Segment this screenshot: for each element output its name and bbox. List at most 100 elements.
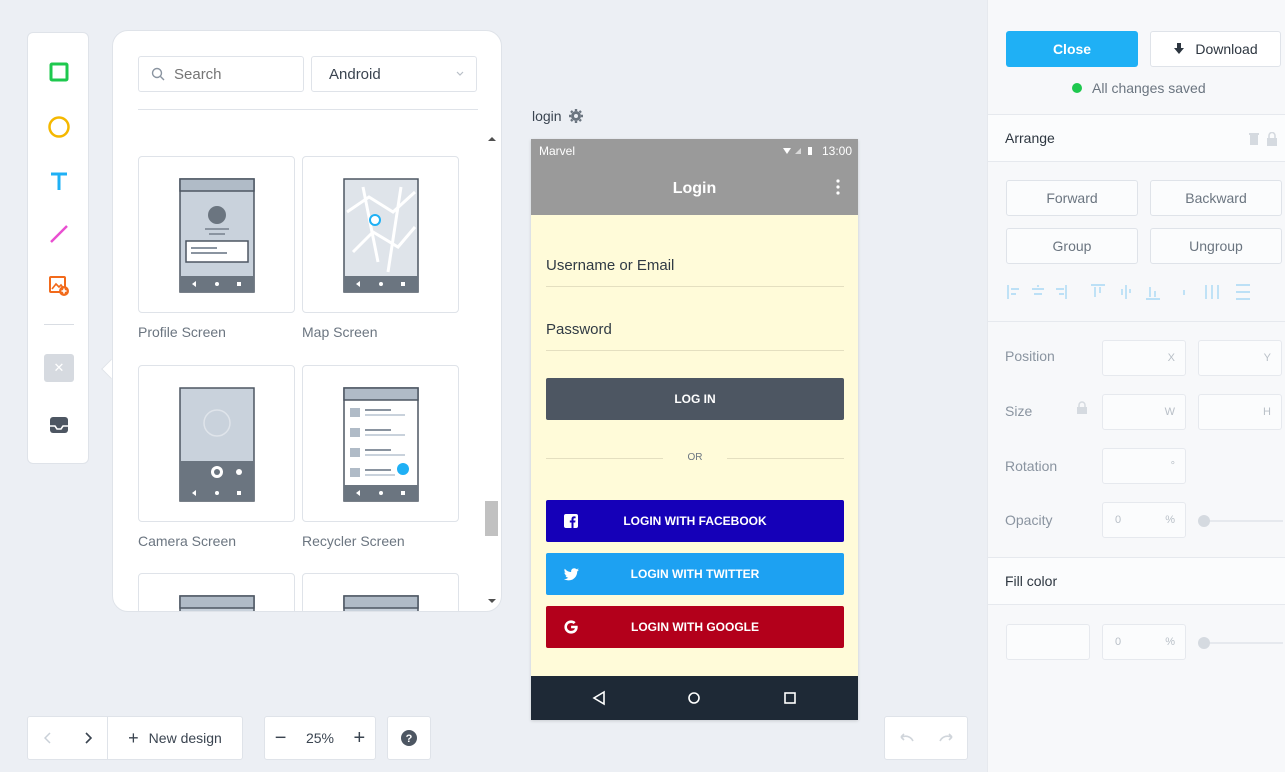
percent-unit: % [1165,636,1175,648]
toolbar-divider [44,324,74,325]
backward-button[interactable]: Backward [1150,180,1282,216]
tool-sidebar: ✕ [27,32,89,464]
history-group [884,716,968,760]
next-design-button[interactable] [68,717,108,759]
phone-artboard[interactable]: Marvel 13:00 Login Username or Email Pas… [531,139,858,720]
twitter-login-button[interactable]: LOGIN WITH TWITTER [546,553,844,595]
home-icon[interactable] [687,691,701,705]
zoom-control: − 25% + [264,716,376,760]
size-label: Size [1005,403,1033,419]
username-field[interactable]: Username or Email [546,257,844,287]
more-vertical-icon[interactable] [836,179,840,195]
rotation-label: Rotation [1005,458,1058,474]
chevron-left-icon [44,732,51,744]
status-time: 13:00 [821,144,852,158]
help-button[interactable]: ? [387,716,431,760]
panel-divider [138,109,478,110]
google-login-button[interactable]: LOGIN WITH GOOGLE [546,606,844,648]
facebook-login-button[interactable]: LOGIN WITH FACEBOOK [546,500,844,542]
ungroup-button[interactable]: Ungroup [1150,228,1282,264]
opacity-label: Opacity [1005,512,1053,528]
help-icon: ? [401,730,417,746]
close-panel-tool[interactable]: ✕ [44,353,74,383]
recents-icon[interactable] [783,691,797,705]
line-tool[interactable] [44,219,74,249]
opacity-input[interactable]: 0 % [1102,502,1186,538]
opacity-slider-track[interactable] [1203,520,1283,522]
new-design-button[interactable]: + New design [108,717,242,759]
rotation-input[interactable]: ° [1102,448,1186,484]
screen-name: login [532,108,562,124]
login-button[interactable]: LOG IN [546,378,844,420]
profile-screen-thumbnail [179,178,255,293]
close-button[interactable]: Close [1006,31,1138,67]
save-status-text: All changes saved [1092,80,1206,96]
platform-select[interactable]: Android [311,56,477,92]
fill-opacity-slider-track[interactable] [1203,642,1283,644]
template-label: Camera Screen [138,533,237,549]
opacity-slider-knob[interactable] [1198,515,1210,527]
search-input[interactable] [174,65,294,83]
trash-icon [1249,133,1259,145]
status-bar: Marvel 13:00 [531,139,858,163]
gear-icon[interactable] [568,108,584,124]
close-icon: ✕ [44,354,74,382]
template-thumbnail-partial [343,595,419,611]
rectangle-icon [49,62,69,82]
library-tool[interactable] [44,410,74,440]
position-x-input[interactable]: X [1102,340,1186,376]
undo-icon[interactable] [897,733,915,743]
panel-scrollbar[interactable] [484,131,500,611]
opacity-value: 0 [1115,514,1122,526]
svg-text:?: ? [406,733,413,745]
group-button[interactable]: Group [1006,228,1138,264]
fill-opacity-input[interactable]: 0 % [1102,624,1186,660]
camera-screen-thumbnail [179,387,255,502]
size-w-input[interactable]: W [1102,394,1186,430]
template-card-partial[interactable] [302,573,459,611]
status-icons: 13:00 [782,144,852,158]
fill-opacity-slider-knob[interactable] [1198,637,1210,649]
back-icon[interactable] [592,690,606,706]
template-thumbnail-partial [179,595,255,611]
fill-color-section-header: Fill color [988,557,1285,605]
download-label: Download [1195,41,1258,57]
password-field[interactable]: Password [546,321,844,351]
redo-icon[interactable] [938,733,956,743]
image-tool[interactable] [44,271,74,301]
align-tools[interactable] [1006,282,1282,302]
forward-button[interactable]: Forward [1006,180,1138,216]
search-icon [151,67,165,81]
lock-ratio-icon[interactable] [1076,401,1088,415]
search-field[interactable] [138,56,304,92]
download-button[interactable]: Download [1150,31,1281,67]
rectangle-tool[interactable] [44,57,74,87]
screen-title[interactable]: login [532,108,584,124]
template-panel: Android Profile Screen [112,30,502,612]
zoom-out-button[interactable]: − [275,717,287,759]
section-divider [988,321,1285,322]
text-tool[interactable] [44,166,74,196]
fill-color-swatch[interactable] [1006,624,1090,660]
template-card-map[interactable] [302,156,459,313]
template-card-profile[interactable] [138,156,295,313]
or-divider-left [546,458,663,459]
size-h-input[interactable]: H [1198,394,1282,430]
zoom-in-button[interactable]: + [354,717,366,759]
template-card-partial[interactable] [138,573,295,611]
position-label: Position [1005,348,1055,364]
template-card-recycler[interactable] [302,365,459,522]
map-screen-thumbnail [343,178,419,293]
position-y-input[interactable]: Y [1198,340,1282,376]
saved-indicator [1072,83,1082,93]
fill-color-title: Fill color [1005,573,1058,589]
save-status: All changes saved [1072,80,1206,96]
previous-design-button[interactable] [28,717,68,759]
app-bar-title: Login [672,180,717,197]
lock-icon [1267,132,1277,146]
oval-tool[interactable] [44,112,74,142]
scrollbar-thumb[interactable] [485,501,498,536]
username-placeholder: Username or Email [546,257,675,274]
template-card-camera[interactable] [138,365,295,522]
arrange-title: Arrange [1005,130,1055,146]
